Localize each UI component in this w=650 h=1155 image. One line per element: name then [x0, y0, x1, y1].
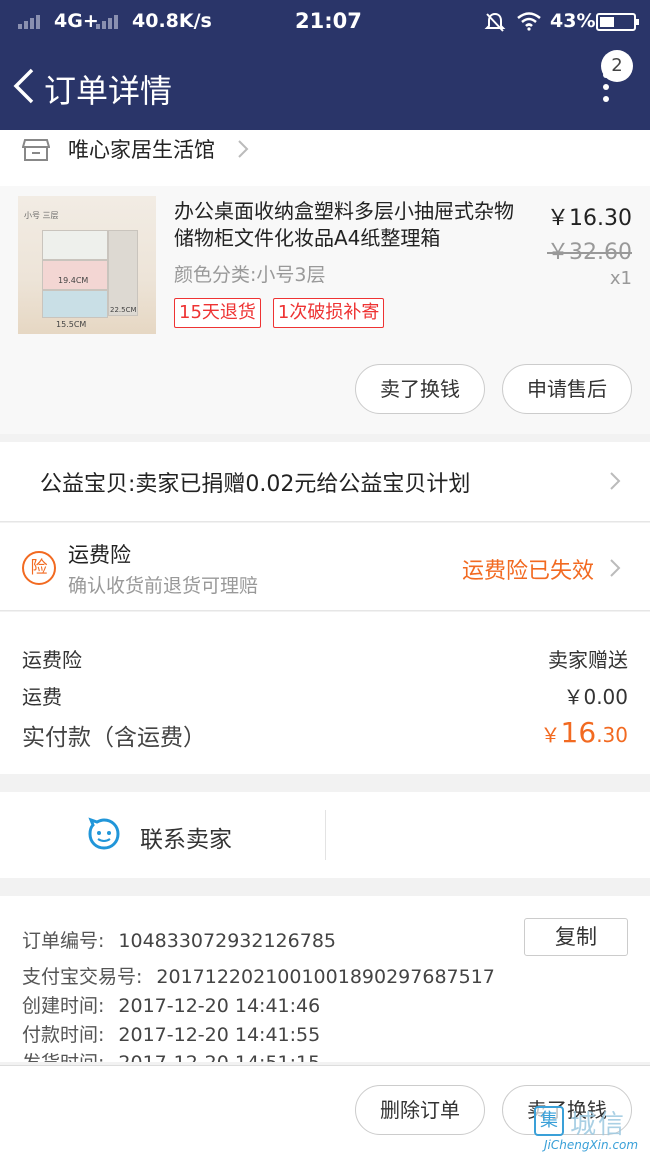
product-quantity: x1 [609, 268, 632, 289]
created-time-row: 创建时间: 2017-12-20 14:41:46 [22, 995, 321, 1017]
order-info: 复制 订单编号: 104833072932126785 支付宝交易号: 201712… [0, 896, 650, 1062]
tag-damage: 1次破损补寄 [272, 298, 385, 328]
product-image-label: 小号 三层 [24, 211, 59, 220]
fee-label-shipping: 运费 [22, 685, 62, 709]
status-bar: 4G+ 40.8K/s 21:07 43% [0, 0, 650, 44]
more-menu-icon[interactable] [594, 72, 618, 106]
alipay-id-row: 支付宝交易号: 2017122021001001890297687517 [22, 966, 495, 988]
product-card[interactable]: 小号 三层 19.4CM 15.5CM 22.5CM 办公桌面收纳盒塑料多层小抽… [0, 186, 650, 434]
battery-percent: 43% [550, 10, 596, 32]
clock: 21:07 [295, 9, 362, 33]
after-sale-button[interactable]: 申请售后 [502, 364, 632, 414]
battery-icon [596, 13, 639, 31]
insurance-subtitle: 确认收货前退货可理赔 [68, 575, 259, 597]
contact-bar: 联系卖家 [0, 792, 650, 878]
divider [325, 810, 326, 860]
charity-row[interactable]: 公益宝贝:卖家已捐赠0.02元给公益宝贝计划 [0, 442, 650, 522]
shipping-insurance-row[interactable]: 险 运费险 确认收货前退货可理赔 运费险已失效 [0, 523, 650, 611]
fee-value-insurance: 卖家赠送 [548, 648, 628, 672]
product-original-price: ￥32.60 [547, 240, 632, 265]
shop-row[interactable]: 唯心家居生活馆 [0, 130, 650, 186]
paid-time-row: 付款时间: 2017-12-20 14:41:55 [22, 1024, 321, 1046]
chevron-right-icon [610, 559, 621, 577]
signal-2-icon [96, 13, 118, 29]
contact-seller-button[interactable]: 联系卖家 [140, 820, 232, 854]
nav-bar: 订单详情 2 [0, 44, 650, 130]
fee-label-insurance: 运费险 [22, 648, 82, 672]
chevron-right-icon [610, 472, 621, 490]
mute-alarm-icon [484, 12, 506, 32]
signal-icon [18, 13, 40, 29]
charity-text: 公益宝贝:卖家已捐赠0.02元给公益宝贝计划 [40, 472, 471, 497]
tag-return: 15天退货 [174, 298, 261, 328]
copy-button[interactable]: 复制 [524, 918, 628, 956]
watermark-logo: 集 [534, 1106, 564, 1136]
shipped-time-row: 发货时间:2017-12-20 14:51:15 [22, 1048, 320, 1062]
total-label: 实付款（含运费） [22, 725, 206, 751]
page-title: 订单详情 [44, 72, 173, 110]
watermark-en: JiChengXin.com [544, 1138, 639, 1152]
delete-order-button[interactable]: 删除订单 [355, 1085, 485, 1135]
product-title[interactable]: 办公桌面收纳盒塑料多层小抽屉式杂物储物柜文件化妆品A4纸整理箱 [174, 198, 526, 252]
shop-name: 唯心家居生活馆 [68, 138, 215, 162]
fee-summary: 运费险 卖家赠送 运费 ￥0.00 实付款（含运费） ￥16.30 [0, 612, 650, 774]
watermark-cn: 城信 [570, 1110, 627, 1140]
product-price: ￥16.30 [547, 206, 632, 231]
wifi-icon [517, 12, 541, 31]
chevron-right-icon [238, 140, 249, 158]
product-spec: 颜色分类:小号3层 [174, 264, 326, 286]
total-amount: ￥16.30 [540, 716, 628, 749]
chat-bubble-icon[interactable] [86, 816, 122, 852]
watermark: 集 城信 JiChengXin.com [532, 1106, 650, 1155]
insurance-title: 运费险 [68, 543, 131, 567]
network-speed: 40.8K/s [132, 10, 212, 32]
order-number-row: 订单编号: 104833072932126785 [22, 930, 336, 952]
insurance-status: 运费险已失效 [462, 559, 595, 584]
network-type: 4G+ [54, 10, 99, 32]
sell-button[interactable]: 卖了换钱 [355, 364, 485, 414]
service-tags: 15天退货 1次破损补寄 [174, 298, 385, 328]
product-image-dim-bottom: 15.5CM [56, 320, 87, 329]
insurance-icon: 险 [22, 551, 56, 585]
back-icon[interactable] [8, 64, 42, 108]
product-image-dim-side: 22.5CM [110, 306, 137, 314]
product-image[interactable]: 小号 三层 19.4CM 15.5CM 22.5CM [18, 196, 156, 334]
store-icon [22, 139, 50, 161]
fee-value-shipping: ￥0.00 [563, 685, 628, 709]
product-image-dim-front: 19.4CM [58, 276, 89, 285]
